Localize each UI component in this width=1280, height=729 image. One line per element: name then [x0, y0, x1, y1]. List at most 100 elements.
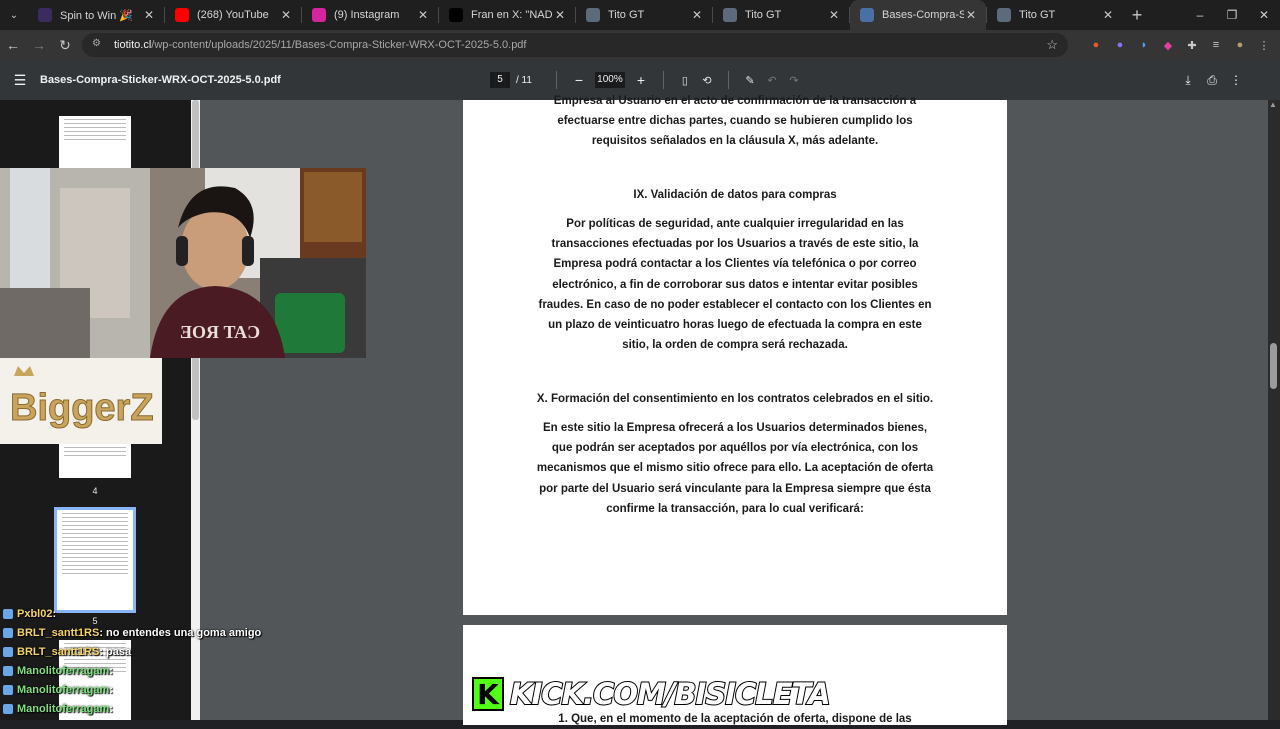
kick-url-text: KICK.COM/BISICLETA: [509, 676, 832, 712]
reading-list-icon[interactable]: ≡: [1204, 30, 1228, 60]
extension-shield-icon[interactable]: ◆: [1156, 30, 1180, 60]
close-tab-icon[interactable]: ✕: [553, 8, 567, 22]
tab-title: (268) YouTube: [197, 9, 269, 21]
webcam-image: ƎOЯ TAƆ: [0, 168, 366, 358]
plus-icon: +: [1131, 4, 1143, 25]
text-line: por parte del Usuario será vinculante pa…: [539, 482, 931, 495]
tab-search-button[interactable]: ⌄: [0, 0, 28, 30]
text-line: confirme la transacción, para lo cual ve…: [606, 502, 864, 515]
browser-toolbar: ← → ↻ ⚙ tiotito.cl/wp-content/uploads/20…: [0, 30, 1280, 60]
back-button[interactable]: ←: [0, 30, 26, 60]
chat-message: BRLT_santt1RS : pasa: [0, 642, 330, 661]
browser-tab[interactable]: Fran en X: "NADIE SE GAN✕: [439, 0, 575, 30]
url-domain: tiotito.cl: [114, 39, 152, 51]
chat-badge-icon: [3, 684, 13, 695]
annotate-icon[interactable]: ✎: [739, 74, 761, 87]
chat-text: : no entendes una goma amigo: [99, 626, 262, 639]
page-thumbnail-3[interactable]: [59, 116, 131, 176]
close-tab-icon[interactable]: ✕: [1101, 8, 1115, 22]
close-tab-icon[interactable]: ✕: [964, 8, 978, 22]
bookmark-star-icon[interactable]: ☆: [1046, 37, 1058, 53]
extensions-area: ● ● ◗ ◆ ✚ ≡ ● ⋮: [1084, 30, 1276, 60]
browser-tab[interactable]: (268) YouTube ✕: [165, 0, 301, 30]
chat-badge-icon: [3, 665, 13, 676]
browser-tab[interactable]: Bases-Compra-Sticker-W✕: [850, 0, 986, 30]
more-menu-icon[interactable]: ⋮: [1252, 30, 1276, 60]
section-10-body: En este sitio la Empresa ofrecerá a los …: [533, 418, 937, 519]
redo-icon[interactable]: ↷: [783, 74, 805, 87]
sidebar-toggle-button[interactable]: ☰: [0, 72, 40, 89]
thumbnail-label-4: 4: [92, 486, 98, 496]
toolbar-divider: [727, 71, 729, 89]
tab-title: Tito GT: [1019, 9, 1056, 21]
close-tab-icon[interactable]: ✕: [827, 8, 841, 22]
close-window-button[interactable]: ✕: [1248, 0, 1280, 30]
page-thumbnail-5[interactable]: [54, 507, 136, 613]
tab-strip: ⌄ Spin to Win 🎉 ✕ (268) YouTube ✕ (9) Instag…: [0, 0, 1280, 30]
browser-tab[interactable]: Tito GT ✕: [576, 0, 712, 30]
kick-banner: K KICK.COM/BISICLETA: [472, 673, 832, 715]
zoom-out-button[interactable]: −: [567, 72, 591, 88]
new-tab-button[interactable]: +: [1123, 5, 1151, 26]
site-icon: [586, 8, 600, 22]
tab-title: Bases-Compra-Sticker-W: [882, 9, 964, 21]
extension-fox-icon[interactable]: ●: [1084, 30, 1108, 60]
pdf-actions: ⤓ ⎙ ⋮: [1176, 73, 1248, 88]
section-9-body: Por políticas de seguridad, ante cualqui…: [533, 214, 937, 355]
webcam-overlay: ƎOЯ TAƆ: [0, 168, 366, 358]
fit-page-icon[interactable]: ▯: [674, 74, 696, 87]
maximize-button[interactable]: ❐: [1216, 0, 1248, 30]
more-actions-icon[interactable]: ⋮: [1224, 73, 1248, 88]
text-line: fraudes. En caso de no poder establecer …: [538, 298, 932, 311]
reload-button[interactable]: ↻: [52, 30, 78, 60]
download-icon[interactable]: ⤓: [1176, 73, 1200, 88]
chat-text: :: [52, 607, 57, 620]
chat-username: BRLT_santt1RS: [17, 626, 100, 639]
tab-list: Spin to Win 🎉 ✕ (268) YouTube ✕ (9) Instagra…: [28, 0, 1123, 30]
page-thumbnail-4[interactable]: [59, 440, 131, 478]
chat-badge-icon: [3, 646, 13, 657]
close-tab-icon[interactable]: ✕: [142, 8, 156, 22]
page-number-input[interactable]: 5: [490, 72, 510, 88]
chat-username: Pxbl02: [17, 607, 53, 620]
viewer-scrollbar[interactable]: ▲: [1268, 100, 1280, 720]
tab-title: (9) Instagram: [334, 9, 400, 21]
extension-audio-icon[interactable]: ◗: [1132, 30, 1156, 60]
profile-avatar[interactable]: ●: [1228, 30, 1252, 60]
print-icon[interactable]: ⎙: [1200, 73, 1224, 88]
chat-message: Manolitoferragam :: [0, 699, 330, 718]
viewer-scroll-thumb[interactable]: [1270, 343, 1277, 389]
biggerz-logo-image: BiggerZ: [0, 358, 162, 444]
chat-text: :: [109, 702, 113, 715]
text-line: Empresa al Usuario en el acto de confirm…: [553, 95, 917, 107]
rotate-icon[interactable]: ⟲: [696, 74, 718, 87]
browser-tab[interactable]: Spin to Win 🎉 ✕: [28, 0, 164, 30]
browser-tab[interactable]: (9) Instagram ✕: [302, 0, 438, 30]
extension-purple-icon[interactable]: ●: [1108, 30, 1132, 60]
zoom-in-button[interactable]: +: [629, 72, 653, 88]
text-line: efectuarse entre dichas partes, cuando s…: [557, 115, 913, 128]
forward-button[interactable]: →: [26, 30, 52, 60]
close-tab-icon[interactable]: ✕: [690, 8, 704, 22]
section-10-title: X. Formación del consentimiento en los c…: [536, 393, 934, 405]
arrow-right-icon: →: [32, 37, 46, 53]
tab-title: Tito GT: [745, 9, 782, 21]
extensions-puzzle-icon[interactable]: ✚: [1180, 30, 1204, 60]
url-path: /wp-content/uploads/2025/11/Bases-Compra…: [151, 39, 527, 51]
pdf-icon: [860, 8, 874, 22]
zoom-input[interactable]: 100%: [594, 72, 625, 88]
undo-icon[interactable]: ↶: [761, 74, 783, 87]
address-bar[interactable]: ⚙ tiotito.cl/wp-content/uploads/2025/11/…: [82, 33, 1068, 57]
close-tab-icon[interactable]: ✕: [416, 8, 430, 22]
chat-username: Manolitoferragam: [17, 664, 110, 677]
arrow-left-icon: ←: [6, 37, 20, 53]
site-info-icon[interactable]: ⚙: [92, 38, 106, 52]
pdf-title: Bases-Compra-Sticker-WRX-OCT-2025-5.0.pd…: [40, 74, 281, 86]
toolbar-divider: [662, 71, 664, 89]
close-tab-icon[interactable]: ✕: [279, 8, 293, 22]
browser-tab[interactable]: Tito GT ✕: [713, 0, 849, 30]
scroll-up-icon[interactable]: ▲: [1269, 100, 1277, 109]
browser-tab[interactable]: Tito GT ✕: [987, 0, 1123, 30]
minimize-button[interactable]: –: [1184, 0, 1216, 30]
intro-paragraph: Empresa al Usuario en el acto de confirm…: [533, 91, 937, 152]
